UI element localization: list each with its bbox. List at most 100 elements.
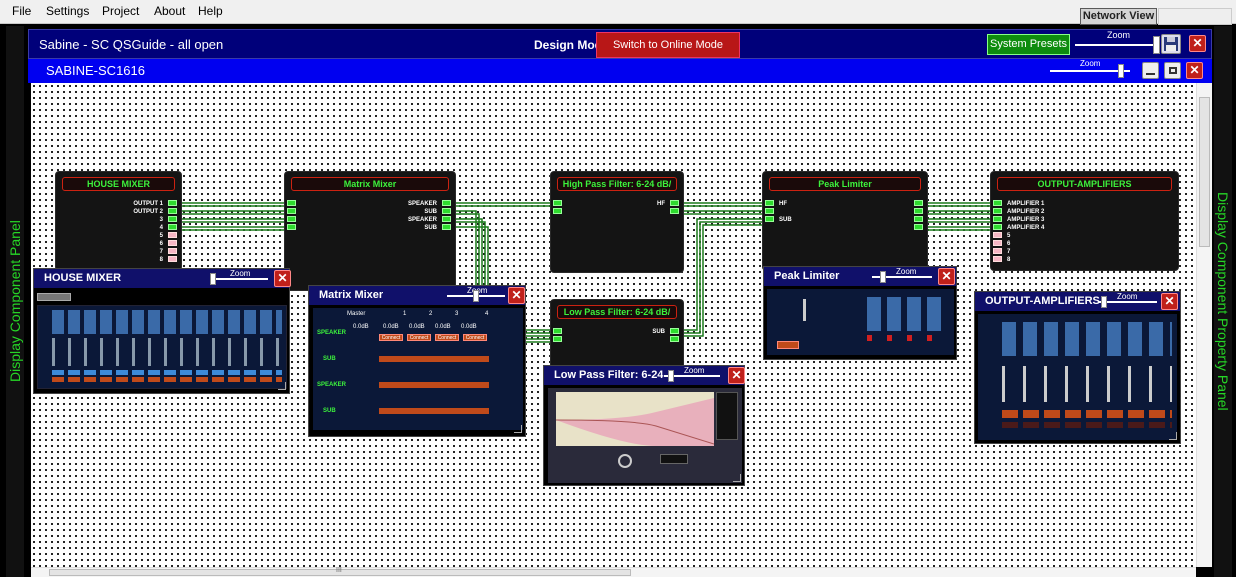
display-component-panel[interactable]: Display Component Panel <box>6 26 24 577</box>
port[interactable] <box>168 248 177 254</box>
port[interactable] <box>670 336 679 342</box>
port[interactable] <box>442 200 451 206</box>
vertical-scrollbar[interactable] <box>1196 83 1212 567</box>
output-amplifiers-close-icon[interactable]: ✕ <box>1161 293 1178 310</box>
zoom-slider-track[interactable] <box>1075 44 1159 46</box>
port[interactable] <box>168 256 177 262</box>
port[interactable] <box>765 216 774 222</box>
port[interactable] <box>993 240 1002 246</box>
matrix-cells-grid[interactable] <box>379 348 489 426</box>
lpf-close-icon[interactable]: ✕ <box>728 367 745 384</box>
close-project-icon[interactable]: ✕ <box>1189 35 1206 52</box>
output-amplifiers-window[interactable]: OUTPUT-AMPLIFIERS Zoom ✕ <box>974 291 1181 444</box>
peak-limiter-close-icon[interactable]: ✕ <box>938 268 955 285</box>
port[interactable] <box>168 232 177 238</box>
network-view-button[interactable]: Network View <box>1080 8 1157 25</box>
matrix-connect-button[interactable]: Connect <box>435 334 459 341</box>
port[interactable] <box>442 224 451 230</box>
port[interactable] <box>287 208 296 214</box>
port[interactable] <box>993 256 1002 262</box>
port[interactable] <box>553 328 562 334</box>
save-icon[interactable] <box>1161 34 1181 54</box>
matrix-connect-button[interactable]: Connect <box>407 334 431 341</box>
port[interactable] <box>287 216 296 222</box>
port[interactable] <box>993 208 1002 214</box>
lpf-response-graph[interactable] <box>556 392 714 446</box>
output-amplifiers-zoom-track[interactable] <box>1099 301 1157 303</box>
menu-about[interactable]: About <box>154 4 185 18</box>
vertical-scroll-thumb[interactable] <box>1199 97 1210 247</box>
peak-limiter-zoom-thumb[interactable] <box>880 271 886 283</box>
port[interactable] <box>993 248 1002 254</box>
port[interactable] <box>670 200 679 206</box>
matrix-mixer-resize-grip[interactable] <box>514 425 522 433</box>
close-device-icon[interactable]: ✕ <box>1186 62 1203 79</box>
horizontal-scrollbar[interactable]: III <box>31 567 1196 577</box>
port[interactable] <box>765 208 774 214</box>
menu-project[interactable]: Project <box>102 4 139 18</box>
peak-limiter-block[interactable]: Peak Limiter HF SUB <box>762 171 928 271</box>
port[interactable] <box>993 216 1002 222</box>
port[interactable] <box>765 200 774 206</box>
port[interactable] <box>168 224 177 230</box>
port[interactable] <box>168 200 177 206</box>
port[interactable] <box>670 208 679 214</box>
lpf-frequency-knob[interactable] <box>618 454 632 468</box>
lpf-resize-grip[interactable] <box>733 474 741 482</box>
output-amplifiers-channels[interactable] <box>978 314 1177 440</box>
port[interactable] <box>553 200 562 206</box>
house-mixer-channel-strips[interactable] <box>37 305 287 389</box>
port[interactable] <box>168 240 177 246</box>
peak-limiter-window[interactable]: Peak Limiter Zoom ✕ <box>763 266 957 360</box>
high-pass-filter-block[interactable]: High Pass Filter: 6-24 dB/ HF <box>550 171 684 273</box>
device-zoom-slider-thumb[interactable] <box>1118 64 1124 78</box>
matrix-mixer-zoom-thumb[interactable] <box>473 290 479 302</box>
output-amplifiers-resize-grip[interactable] <box>1169 432 1177 440</box>
display-component-property-panel[interactable]: Display Component Property Panel <box>1214 26 1232 577</box>
peak-limiter-controls[interactable] <box>767 289 954 355</box>
port[interactable] <box>670 328 679 334</box>
port[interactable] <box>168 208 177 214</box>
house-mixer-zoom-track[interactable] <box>210 278 268 280</box>
port[interactable] <box>287 224 296 230</box>
peak-limiter-bypass-button[interactable] <box>777 341 799 349</box>
matrix-mixer-block[interactable]: Matrix Mixer SPEAKER SUB SPEAKER SUB <box>284 171 456 291</box>
minimize-icon[interactable] <box>1142 62 1159 79</box>
port[interactable] <box>914 224 923 230</box>
output-amplifiers-zoom-thumb[interactable] <box>1101 296 1107 308</box>
system-presets-button[interactable]: System Presets <box>987 34 1070 55</box>
menu-file[interactable]: File <box>12 4 31 18</box>
low-pass-filter-block[interactable]: Low Pass Filter: 6-24 dB/ SUB <box>550 299 684 369</box>
port[interactable] <box>914 208 923 214</box>
port[interactable] <box>442 208 451 214</box>
port[interactable] <box>553 208 562 214</box>
output-amplifiers-block[interactable]: OUTPUT-AMPLIFIERS AMPLIFIER 1 AMPLIFIER … <box>990 171 1179 271</box>
port[interactable] <box>993 200 1002 206</box>
menu-settings[interactable]: Settings <box>46 4 89 18</box>
house-mixer-close-icon[interactable]: ✕ <box>274 270 291 287</box>
port[interactable] <box>553 336 562 342</box>
lpf-settings-readout[interactable] <box>716 392 738 440</box>
port[interactable] <box>168 216 177 222</box>
secondary-view-button[interactable] <box>1158 8 1232 25</box>
zoom-slider-thumb[interactable] <box>1153 36 1160 54</box>
switch-online-mode-button[interactable]: Switch to Online Mode <box>596 32 740 58</box>
menu-help[interactable]: Help <box>198 4 223 18</box>
lpf-type-select[interactable] <box>660 454 688 464</box>
house-mixer-block[interactable]: HOUSE MIXER OUTPUT 1 OUTPUT 2 3 4 5 6 7 … <box>55 171 182 271</box>
lpf-zoom-thumb[interactable] <box>668 370 674 382</box>
matrix-mixer-close-icon[interactable]: ✕ <box>508 287 525 304</box>
matrix-mixer-window[interactable]: Matrix Mixer Zoom ✕ Master 1 2 3 4 SPEAK… <box>308 285 526 437</box>
house-mixer-paging-button[interactable] <box>37 293 71 301</box>
matrix-connect-button[interactable]: Connect <box>463 334 487 341</box>
port[interactable] <box>914 200 923 206</box>
port[interactable] <box>442 216 451 222</box>
house-mixer-window[interactable]: HOUSE MIXER Zoom ✕ <box>33 268 291 394</box>
port[interactable] <box>993 232 1002 238</box>
port[interactable] <box>993 224 1002 230</box>
matrix-connect-button[interactable]: Connect <box>379 334 403 341</box>
low-pass-filter-window[interactable]: Low Pass Filter: 6-24 Zoom ✕ <box>543 365 745 486</box>
house-mixer-zoom-thumb[interactable] <box>210 273 216 285</box>
house-mixer-resize-grip[interactable] <box>278 382 286 390</box>
port[interactable] <box>914 216 923 222</box>
